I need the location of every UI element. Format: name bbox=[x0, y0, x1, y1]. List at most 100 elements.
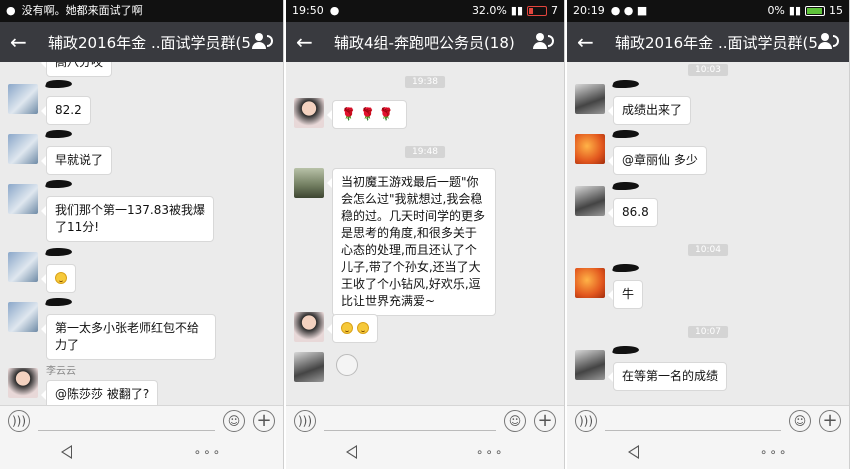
avatar[interactable] bbox=[8, 84, 38, 114]
input-bar: ))) ☺ + bbox=[286, 405, 564, 435]
status-number: 7 bbox=[551, 4, 558, 17]
message-bubble[interactable]: @章丽仙 多少 bbox=[608, 146, 707, 175]
avatar[interactable] bbox=[575, 134, 605, 164]
group-members-icon[interactable] bbox=[817, 33, 839, 51]
avatar[interactable] bbox=[294, 168, 324, 198]
status-bar: ● 没有啊。她都来面试了啊 bbox=[0, 0, 283, 22]
back-arrow-icon[interactable]: ← bbox=[296, 30, 322, 54]
message-bubble[interactable]: 早就说了 bbox=[40, 146, 113, 175]
message-bubble[interactable]: 第一太多小张老师红包不给力了 bbox=[41, 314, 216, 360]
back-triangle-icon[interactable] bbox=[60, 445, 72, 459]
message-bubble[interactable]: @陈莎莎 被翻了? bbox=[40, 380, 159, 407]
emoji-icon[interactable]: ☺ bbox=[223, 409, 245, 432]
message-bubble[interactable]: 82.2 bbox=[41, 96, 91, 125]
time-divider: 19:38 bbox=[405, 76, 445, 88]
plus-icon[interactable]: + bbox=[253, 409, 275, 432]
screenshot-collage: ● 没有啊。她都来面试了啊 ← 辅政2016年金 ..面试学员群(54) 高八分… bbox=[0, 0, 850, 469]
battery-icon bbox=[805, 6, 825, 16]
message-bubble[interactable]: 高八分哎 bbox=[40, 62, 113, 77]
redacted-nickname bbox=[44, 130, 74, 138]
menu-dots-icon[interactable]: ∘∘∘ bbox=[760, 445, 789, 459]
avatar[interactable] bbox=[575, 84, 605, 114]
redacted-nickname bbox=[611, 80, 641, 88]
avatar[interactable] bbox=[294, 352, 324, 382]
avatar[interactable] bbox=[8, 134, 38, 164]
sticker-message[interactable] bbox=[332, 354, 362, 381]
back-arrow-icon[interactable]: ← bbox=[577, 30, 603, 54]
battery-percent: 0% bbox=[767, 4, 785, 17]
rose-icon: 🌹 bbox=[378, 107, 394, 121]
emoji-icon[interactable]: ☺ bbox=[504, 409, 526, 432]
back-triangle-icon[interactable] bbox=[627, 445, 639, 459]
chat-title: 辅政4组-奔跑吧公务员(18) bbox=[334, 33, 515, 52]
back-triangle-icon[interactable] bbox=[345, 445, 357, 459]
status-time: 19:50 bbox=[292, 4, 324, 17]
redacted-nickname bbox=[44, 80, 74, 88]
avatar[interactable] bbox=[294, 312, 324, 342]
message-bubble[interactable]: 86.8 bbox=[608, 198, 658, 227]
battery-icon bbox=[527, 6, 547, 16]
chat-area[interactable]: 10:03 成绩出来了 @章丽仙 多少 86.8 10:04 牛 10:07 在… bbox=[567, 62, 849, 407]
avatar[interactable] bbox=[575, 268, 605, 298]
avatar[interactable] bbox=[575, 350, 605, 380]
chat-area[interactable]: 19:38 🌹 🌹 🌹 19:48 当初魔王游戏最后一题"你会怎么过"我就想过,我会… bbox=[286, 62, 564, 407]
avatar[interactable] bbox=[8, 368, 38, 398]
redacted-nickname bbox=[44, 180, 74, 188]
nav-bar: ∘∘∘ bbox=[286, 435, 564, 469]
time-divider: 10:07 bbox=[688, 326, 728, 338]
message-bubble[interactable]: 当初魔王游戏最后一题"你会怎么过"我就想过,我会稳稳的过。几天时间学的更多是思考… bbox=[327, 168, 496, 316]
notification-text: 没有啊。她都来面试了啊 bbox=[21, 4, 143, 17]
nickname: 李云云 bbox=[46, 366, 76, 377]
notification-icon: ● ● ■ bbox=[610, 4, 648, 17]
emoji-icon[interactable]: ☺ bbox=[789, 409, 811, 432]
message-bubble[interactable] bbox=[41, 264, 76, 293]
voice-icon[interactable]: ))) bbox=[8, 409, 30, 432]
battery-percent: 32.0% bbox=[471, 4, 507, 17]
chat-screen-3: 20:19 ● ● ■ 0% ▮▮ 15 ← 辅政2016年金 ..面试学员群(… bbox=[567, 0, 850, 469]
redacted-nickname bbox=[611, 130, 641, 138]
message-bubble[interactable]: 成绩出来了 bbox=[607, 96, 692, 125]
chat-area[interactable]: 高八分哎 82.2 早就说了 我们那个第一137.83被我爆了11分! 第一太多… bbox=[0, 62, 283, 407]
avatar[interactable] bbox=[575, 186, 605, 216]
sticker-icon bbox=[336, 354, 358, 376]
notification-icon: ● bbox=[329, 4, 340, 17]
avatar[interactable] bbox=[8, 302, 38, 332]
rose-icon: 🌹 bbox=[359, 107, 375, 121]
message-bubble[interactable]: 我们那个第一137.83被我爆了11分! bbox=[41, 196, 214, 242]
status-bar: 20:19 ● ● ■ 0% ▮▮ 15 bbox=[567, 0, 849, 22]
status-bar: 19:50 ● 32.0% ▮▮ 7 bbox=[286, 0, 564, 22]
message-bubble[interactable]: 在等第一名的成绩 bbox=[607, 362, 728, 391]
group-members-icon[interactable] bbox=[251, 33, 273, 51]
time-divider: 10:04 bbox=[688, 244, 728, 256]
back-arrow-icon[interactable]: ← bbox=[10, 30, 36, 54]
menu-dots-icon[interactable]: ∘∘∘ bbox=[194, 445, 223, 459]
time-divider: 10:03 bbox=[688, 64, 728, 76]
chat-title: 辅政2016年金 ..面试学员群(54) bbox=[48, 33, 251, 52]
plus-icon[interactable]: + bbox=[534, 409, 556, 432]
avatar[interactable] bbox=[8, 184, 38, 214]
voice-icon[interactable]: ))) bbox=[575, 409, 597, 432]
group-members-icon[interactable] bbox=[532, 33, 554, 51]
smile-emoji-icon bbox=[55, 272, 67, 284]
status-time: 20:19 bbox=[573, 4, 605, 17]
message-bubble[interactable]: 🌹 🌹 🌹 bbox=[327, 100, 407, 129]
input-bar: ))) ☺ + bbox=[0, 405, 283, 435]
notification-icon: ● bbox=[6, 4, 16, 17]
plus-icon[interactable]: + bbox=[819, 409, 841, 432]
message-input[interactable] bbox=[38, 411, 215, 431]
redacted-nickname bbox=[44, 248, 74, 256]
message-input[interactable] bbox=[605, 411, 781, 431]
title-bar: ← 辅政2016年金 ..面试学员群(54) bbox=[567, 22, 849, 62]
avatar[interactable] bbox=[8, 252, 38, 282]
avatar[interactable] bbox=[294, 98, 324, 128]
title-bar: ← 辅政4组-奔跑吧公务员(18) bbox=[286, 22, 564, 62]
message-bubble[interactable]: 牛 bbox=[607, 280, 644, 309]
message-input[interactable] bbox=[324, 411, 496, 431]
redacted-nickname bbox=[44, 298, 74, 306]
voice-icon[interactable]: ))) bbox=[294, 409, 316, 432]
menu-dots-icon[interactable]: ∘∘∘ bbox=[476, 445, 505, 459]
nav-bar: ∘∘∘ bbox=[567, 435, 849, 469]
message-bubble[interactable] bbox=[327, 314, 378, 343]
signal-icon: ▮▮ bbox=[510, 4, 523, 17]
status-number: 15 bbox=[829, 4, 843, 17]
